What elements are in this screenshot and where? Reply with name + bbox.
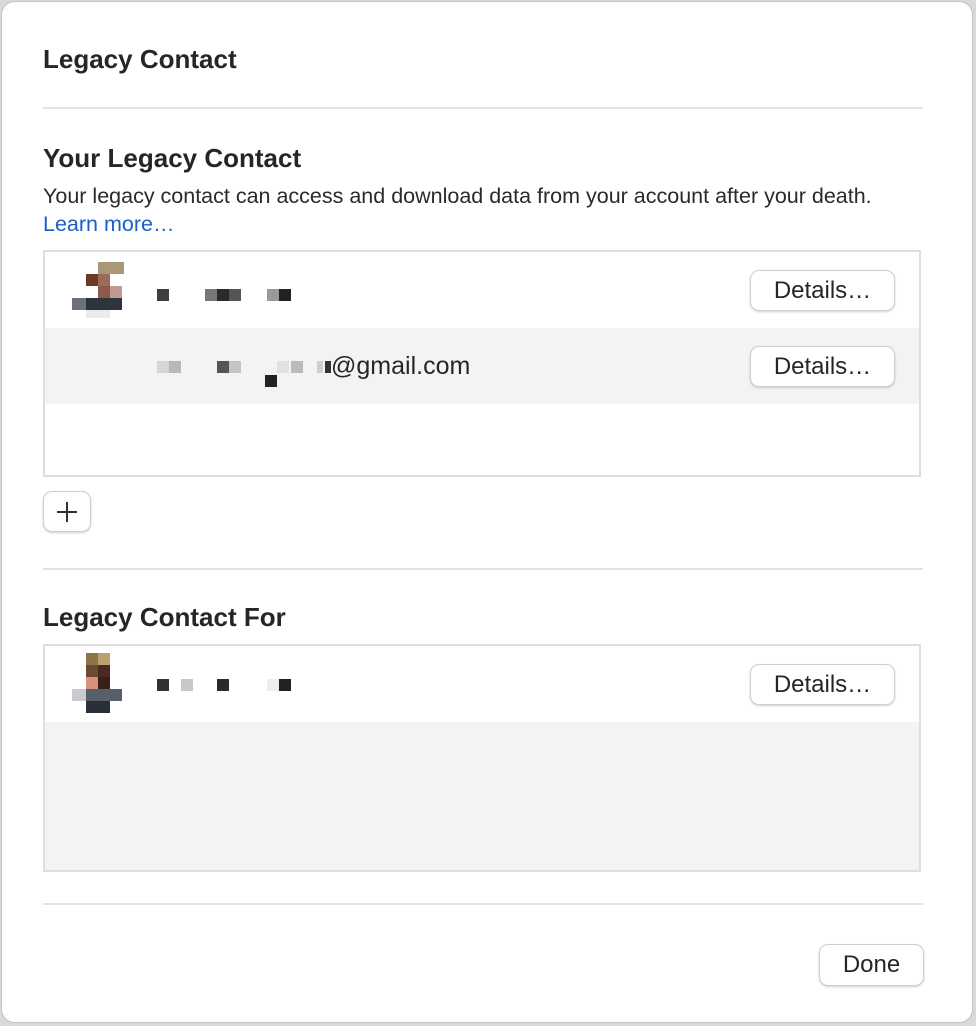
legacy-contact-for-heading: Legacy Contact For bbox=[43, 602, 286, 632]
plus-icon bbox=[57, 501, 77, 522]
your-legacy-contact-description: Your legacy contact can access and downl… bbox=[43, 182, 913, 238]
avatar bbox=[72, 262, 124, 320]
avatar bbox=[72, 653, 124, 713]
legacy-contact-for-list: Details… bbox=[43, 644, 921, 872]
list-item[interactable]: Details… bbox=[45, 646, 919, 722]
your-legacy-contact-list: Details… @gmail.com Details… bbox=[43, 250, 921, 477]
your-legacy-contact-heading: Your Legacy Contact bbox=[43, 143, 302, 173]
details-button[interactable]: Details… bbox=[750, 270, 895, 311]
list-item[interactable]: Details… bbox=[45, 252, 919, 328]
learn-more-link[interactable]: Learn more… bbox=[43, 212, 174, 236]
add-legacy-contact-button[interactable] bbox=[43, 491, 91, 532]
title-separator bbox=[43, 107, 923, 109]
details-button[interactable]: Details… bbox=[750, 346, 895, 387]
details-button[interactable]: Details… bbox=[750, 664, 895, 705]
done-button[interactable]: Done bbox=[819, 944, 924, 986]
contact-email-domain: @gmail.com bbox=[331, 352, 471, 380]
list-empty-area bbox=[45, 722, 919, 870]
description-text: Your legacy contact can access and downl… bbox=[43, 184, 872, 208]
list-item[interactable]: @gmail.com Details… bbox=[45, 328, 919, 404]
footer-separator bbox=[43, 903, 923, 905]
dialog-title: Legacy Contact bbox=[43, 44, 237, 74]
legacy-contact-dialog: Legacy Contact Your Legacy Contact Your … bbox=[1, 1, 973, 1023]
section-separator bbox=[43, 568, 923, 570]
